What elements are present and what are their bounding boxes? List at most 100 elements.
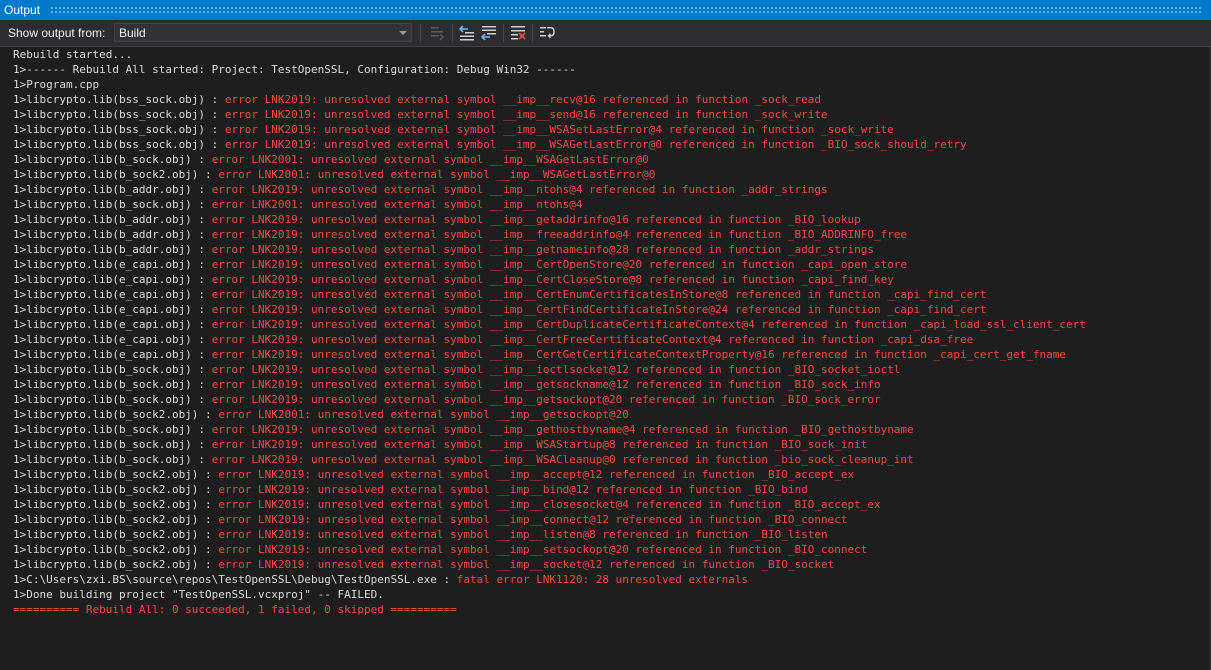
output-line: 1>libcrypto.lib(bss_sock.obj) : error LN… xyxy=(13,92,1086,107)
clear-all-button[interactable] xyxy=(508,23,528,43)
output-line: 1>Program.cpp xyxy=(13,77,1086,92)
show-output-from-label: Show output from: xyxy=(8,26,106,40)
error-text: ========== Rebuild All: 0 succeeded, 1 f… xyxy=(13,603,457,616)
output-text: 1>libcrypto.lib(b_sock2.obj) : xyxy=(13,483,219,496)
output-line: 1>libcrypto.lib(b_addr.obj) : error LNK2… xyxy=(13,182,1086,197)
error-text: error LNK2019: unresolved external symbo… xyxy=(224,108,828,121)
output-line: 1>libcrypto.lib(b_sock2.obj) : error LNK… xyxy=(13,407,1086,422)
output-toolbar: Show output from: Build xyxy=(0,20,1211,46)
output-text: 1>libcrypto.lib(e_capi.obj) : xyxy=(13,288,212,301)
output-text: 1>libcrypto.lib(b_sock.obj) : xyxy=(13,393,212,406)
output-line: 1>libcrypto.lib(b_sock2.obj) : error LNK… xyxy=(13,467,1086,482)
error-text: error LNK2019: unresolved external symbo… xyxy=(211,348,1066,361)
title-bar-grip[interactable] xyxy=(50,6,1203,14)
output-line: 1>libcrypto.lib(b_sock.obj) : error LNK2… xyxy=(13,377,1086,392)
output-text: 1>libcrypto.lib(b_sock2.obj) : xyxy=(13,528,219,541)
goto-code-icon xyxy=(431,27,444,41)
output-line: 1>Done building project "TestOpenSSL.vcx… xyxy=(13,587,1086,602)
output-text: 1>libcrypto.lib(bss_sock.obj) : xyxy=(13,108,225,121)
output-text: 1>libcrypto.lib(b_sock.obj) : xyxy=(13,438,212,451)
toggle-word-wrap-button[interactable] xyxy=(537,23,557,43)
output-line: 1>libcrypto.lib(b_sock2.obj) : error LNK… xyxy=(13,557,1086,572)
output-line: 1>libcrypto.lib(bss_sock.obj) : error LN… xyxy=(13,137,1086,152)
output-line: 1>libcrypto.lib(e_capi.obj) : error LNK2… xyxy=(13,257,1086,272)
error-text: error LNK2019: unresolved external symbo… xyxy=(211,213,861,226)
error-text: error LNK2001: unresolved external symbo… xyxy=(211,198,583,211)
output-title-bar[interactable]: Output xyxy=(0,0,1211,20)
output-line: 1>libcrypto.lib(b_sock.obj) : error LNK2… xyxy=(13,197,1086,212)
output-text: 1>------ Rebuild All started: Project: T… xyxy=(13,63,576,76)
output-window-title: Output xyxy=(4,3,41,17)
output-line: 1>libcrypto.lib(b_sock.obj) : error LNK2… xyxy=(13,437,1086,452)
output-line: 1>libcrypto.lib(b_sock.obj) : error LNK2… xyxy=(13,152,1086,167)
output-line: ========== Rebuild All: 0 succeeded, 1 f… xyxy=(13,602,1086,617)
go-to-next-message-button[interactable] xyxy=(479,23,499,43)
output-text: 1>libcrypto.lib(b_sock.obj) : xyxy=(13,198,212,211)
output-text: 1>libcrypto.lib(b_sock2.obj) : xyxy=(13,408,219,421)
output-line: 1>libcrypto.lib(b_sock2.obj) : error LNK… xyxy=(13,497,1086,512)
find-message-in-code-button[interactable] xyxy=(427,23,447,43)
error-text: error LNK2019: unresolved external symbo… xyxy=(218,543,868,556)
error-text: error LNK2019: unresolved external symbo… xyxy=(211,183,828,196)
error-text: error LNK2019: unresolved external symbo… xyxy=(211,273,894,286)
error-text: error LNK2019: unresolved external symbo… xyxy=(218,528,828,541)
word-wrap-icon xyxy=(540,27,555,39)
output-lines: Rebuild started... 1>------ Rebuild All s… xyxy=(13,47,1086,617)
toolbar-separator xyxy=(532,24,533,42)
output-line: 1>libcrypto.lib(b_sock2.obj) : error LNK… xyxy=(13,527,1086,542)
output-text: 1>libcrypto.lib(e_capi.obj) : xyxy=(13,333,212,346)
error-text: error LNK2019: unresolved external symbo… xyxy=(218,483,808,496)
output-text: 1>libcrypto.lib(b_sock.obj) : xyxy=(13,453,212,466)
output-text: 1>libcrypto.lib(b_sock2.obj) : xyxy=(13,543,219,556)
output-line: 1>libcrypto.lib(b_addr.obj) : error LNK2… xyxy=(13,212,1086,227)
error-text: error LNK2019: unresolved external symbo… xyxy=(224,123,894,136)
output-text: 1>libcrypto.lib(b_addr.obj) : xyxy=(13,213,212,226)
output-window: Output Show output from: Build Rebuild s… xyxy=(0,0,1211,670)
output-line: 1>libcrypto.lib(b_addr.obj) : error LNK2… xyxy=(13,227,1086,242)
output-line: 1>libcrypto.lib(e_capi.obj) : error LNK2… xyxy=(13,347,1086,362)
output-text: 1>libcrypto.lib(b_sock.obj) : xyxy=(13,378,212,391)
error-text: error LNK2019: unresolved external symbo… xyxy=(211,363,901,376)
output-line: 1>libcrypto.lib(e_capi.obj) : error LNK2… xyxy=(13,302,1086,317)
toolbar-separator xyxy=(503,24,504,42)
go-to-previous-message-button[interactable] xyxy=(457,23,477,43)
error-text: error LNK2019: unresolved external symbo… xyxy=(211,318,1086,331)
error-text: fatal error LNK1120: 28 unresolved exter… xyxy=(456,573,749,586)
output-line: 1>libcrypto.lib(e_capi.obj) : error LNK2… xyxy=(13,317,1086,332)
error-text: error LNK2019: unresolved external symbo… xyxy=(211,303,987,316)
output-text: 1>libcrypto.lib(b_sock.obj) : xyxy=(13,363,212,376)
error-text: error LNK2019: unresolved external symbo… xyxy=(211,423,914,436)
output-line: 1>libcrypto.lib(e_capi.obj) : error LNK2… xyxy=(13,287,1086,302)
output-line: 1>libcrypto.lib(b_sock2.obj) : error LNK… xyxy=(13,167,1086,182)
output-line: 1>libcrypto.lib(e_capi.obj) : error LNK2… xyxy=(13,332,1086,347)
output-line: 1>libcrypto.lib(b_sock.obj) : error LNK2… xyxy=(13,362,1086,377)
output-line: Rebuild started... xyxy=(13,47,1086,62)
error-text: error LNK2019: unresolved external symbo… xyxy=(224,138,967,151)
error-text: error LNK2001: unresolved external symbo… xyxy=(211,153,649,166)
clear-all-icon xyxy=(511,26,526,40)
error-text: error LNK2019: unresolved external symbo… xyxy=(211,258,908,271)
output-text: 1>libcrypto.lib(b_sock2.obj) : xyxy=(13,498,219,511)
output-text: 1>libcrypto.lib(b_addr.obj) : xyxy=(13,228,212,241)
output-line: 1>libcrypto.lib(b_sock2.obj) : error LNK… xyxy=(13,542,1086,557)
output-line: 1>libcrypto.lib(bss_sock.obj) : error LN… xyxy=(13,122,1086,137)
output-text-area[interactable]: Rebuild started... 1>------ Rebuild All s… xyxy=(0,46,1211,670)
output-text: 1>libcrypto.lib(b_sock.obj) : xyxy=(13,423,212,436)
previous-message-icon xyxy=(458,25,474,41)
toolbar-separator xyxy=(420,24,421,42)
error-text: error LNK2019: unresolved external symbo… xyxy=(218,498,881,511)
output-text: 1>libcrypto.lib(bss_sock.obj) : xyxy=(13,93,225,106)
error-text: error LNK2019: unresolved external symbo… xyxy=(211,243,874,256)
error-text: error LNK2019: unresolved external symbo… xyxy=(211,288,987,301)
error-text: error LNK2019: unresolved external symbo… xyxy=(218,468,855,481)
output-line: 1>libcrypto.lib(e_capi.obj) : error LNK2… xyxy=(13,272,1086,287)
chevron-down-icon xyxy=(399,31,407,35)
output-line: 1>libcrypto.lib(b_sock.obj) : error LNK2… xyxy=(13,422,1086,437)
output-line: 1>libcrypto.lib(b_sock.obj) : error LNK2… xyxy=(13,392,1086,407)
error-text: error LNK2001: unresolved external symbo… xyxy=(218,408,629,421)
output-text: 1>libcrypto.lib(b_sock2.obj) : xyxy=(13,468,219,481)
output-source-dropdown[interactable]: Build xyxy=(114,23,412,42)
error-text: error LNK2019: unresolved external symbo… xyxy=(224,93,821,106)
error-text: error LNK2019: unresolved external symbo… xyxy=(211,453,914,466)
error-text: error LNK2019: unresolved external symbo… xyxy=(211,333,974,346)
